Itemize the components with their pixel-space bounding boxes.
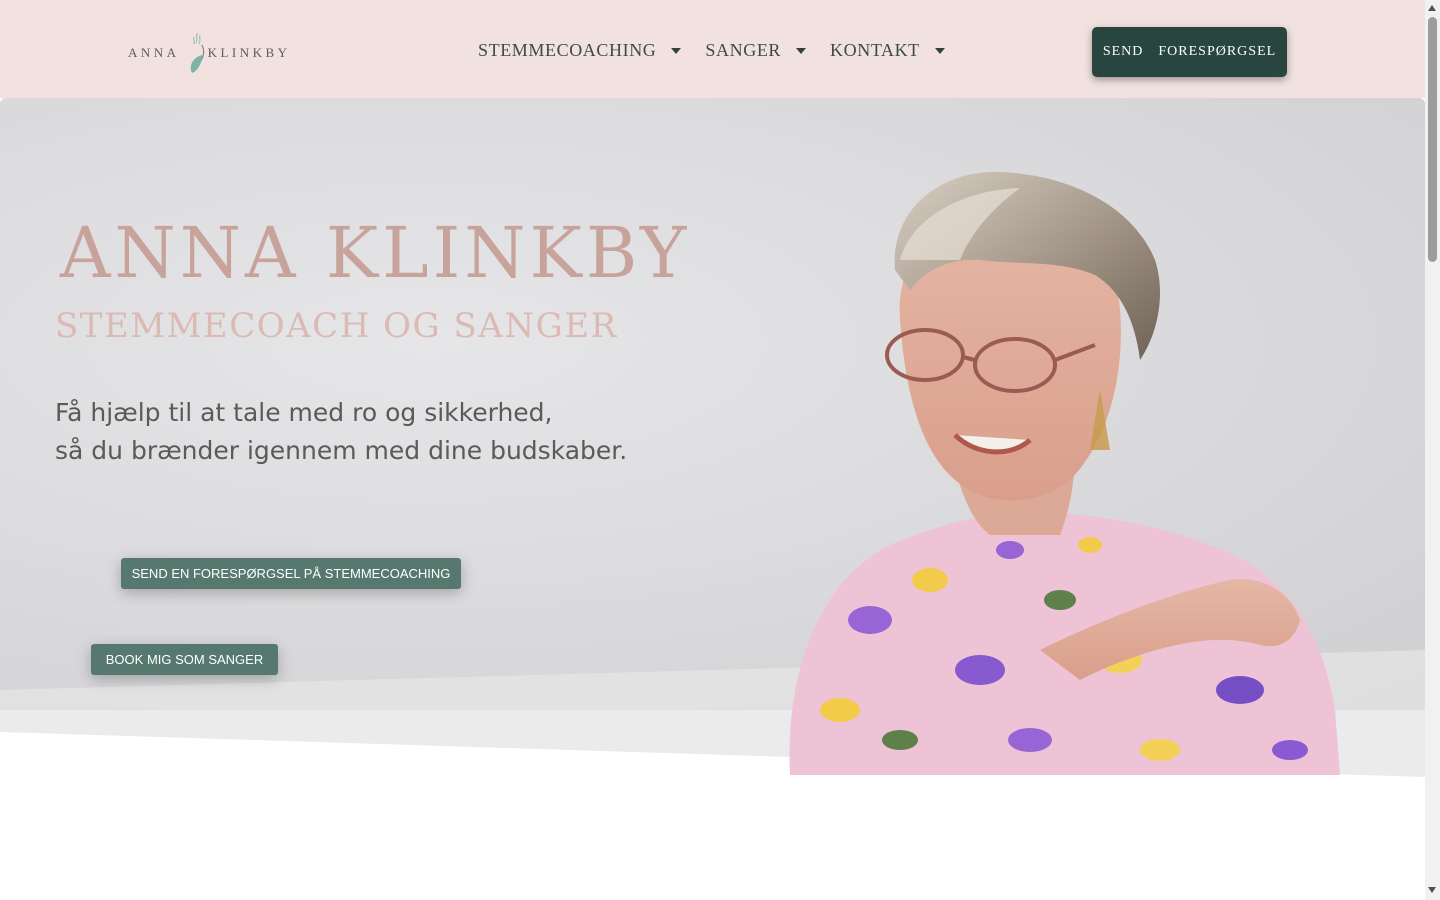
scrollbar-thumb[interactable] — [1428, 17, 1437, 262]
nav-item-stemmecoaching[interactable]: STEMMECOACHING — [478, 36, 682, 64]
hero-tagline: Få hjælp til at tale med ro og sikkerhed… — [55, 394, 627, 470]
send-request-button[interactable]: SEND FORESPØRGSEL — [1092, 27, 1287, 77]
request-coaching-button[interactable]: SEND EN FORESPØRGSEL PÅ STEMMECOACHING — [121, 558, 461, 589]
hero-title: ANNA KLINKBY — [60, 212, 691, 294]
scroll-down-icon[interactable] — [1428, 887, 1436, 893]
leaf-icon — [184, 31, 206, 75]
site-logo[interactable]: ANNA KLINKBY — [128, 30, 287, 76]
nav-item-label: SANGER — [705, 39, 782, 60]
hero-tagline-line: så du brænder igennem med dine budskaber… — [55, 436, 628, 465]
portrait-photo — [789, 171, 1340, 775]
logo-text-left: ANNA — [128, 45, 180, 60]
nav-item-kontakt[interactable]: KONTAKT — [830, 36, 945, 64]
logo-text-right: KLINKBY — [207, 45, 291, 60]
caret-down-icon — [671, 48, 682, 54]
nav-item-label: KONTAKT — [830, 39, 920, 60]
hero-subtitle: STEMMECOACH OG SANGER — [55, 306, 618, 346]
book-singer-button[interactable]: BOOK MIG SOM SANGER — [91, 644, 278, 675]
caret-down-icon — [934, 48, 945, 54]
caret-down-icon — [796, 48, 807, 54]
scroll-up-icon[interactable] — [1428, 5, 1436, 11]
main-nav: STEMMECOACHING SANGER KONTAKT — [478, 36, 945, 64]
site-header: ANNA KLINKBY STEMMECOACHING SANGER KONTA… — [0, 0, 1425, 98]
nav-item-label: STEMMECOACHING — [478, 39, 657, 60]
page-scrollbar[interactable] — [1425, 0, 1440, 900]
hero-tagline-line: Få hjælp til at tale med ro og sikkerhed… — [55, 398, 553, 427]
nav-item-sanger[interactable]: SANGER — [705, 36, 807, 64]
